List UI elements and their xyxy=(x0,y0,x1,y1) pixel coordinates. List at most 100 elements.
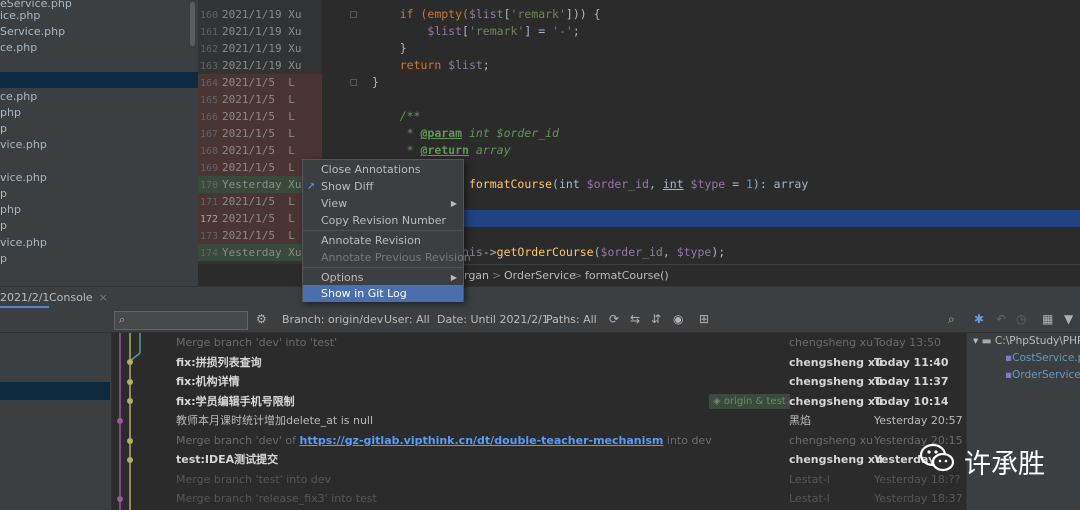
tree-item[interactable]: p xyxy=(0,121,7,137)
annotation-row[interactable]: 166 2021/1/5 L xyxy=(198,108,322,125)
undo-icon[interactable]: ↶ xyxy=(996,312,1006,326)
tab-git-log[interactable]: 2021/2/1 xyxy=(0,291,50,308)
close-icon[interactable]: × xyxy=(99,291,108,304)
tree-item[interactable]: vice.php xyxy=(0,235,47,251)
code-line: /** xyxy=(399,109,421,123)
code-line: return $list; xyxy=(399,58,490,72)
project-tree-scrollbar[interactable] xyxy=(190,2,195,46)
group-icon[interactable]: ▦ xyxy=(1042,312,1053,326)
commit-row[interactable]: 教师本月课时统计增加delete_at is null 黑焰 Yesterday… xyxy=(112,411,966,431)
tree-item-selected[interactable] xyxy=(0,72,198,88)
search-icon[interactable]: ⌕ xyxy=(948,312,955,327)
fold-marker-icon[interactable] xyxy=(350,79,357,86)
menu-item-annotate-revision[interactable]: Annotate Revision xyxy=(303,232,463,249)
code-line: ion formatCourse(int $order_id, int $typ… xyxy=(441,177,809,191)
annotation-row[interactable]: 163 2021/1/19 Xu xyxy=(198,57,322,74)
date-filter[interactable]: Date: Until 2021/2/1 xyxy=(437,313,549,326)
folder-icon: ▬ xyxy=(981,335,995,347)
code-line: if (empty($list['remark'])) { xyxy=(399,7,601,21)
tree-item[interactable]: ce.php xyxy=(0,40,37,56)
menu-item-show-diff[interactable]: ➚ Show Diff xyxy=(303,178,463,195)
tab-console[interactable]: Console × xyxy=(49,291,108,304)
paths-filter[interactable]: Paths: All xyxy=(546,313,597,326)
fold-marker-icon[interactable] xyxy=(350,11,357,18)
tree-item[interactable]: Service.php xyxy=(0,24,65,40)
branch-tag-badge: ◈ origin & test xyxy=(709,393,790,409)
breadcrumb-item[interactable]: rgan xyxy=(464,269,489,282)
tree-item[interactable]: p xyxy=(0,186,7,202)
tree-item[interactable]: ice.php xyxy=(0,8,40,24)
eye-icon[interactable]: ◉ xyxy=(673,312,683,326)
code-line-current: ); xyxy=(372,210,1080,227)
commit-row[interactable]: Merge branch 'dev' into 'test' chengshen… xyxy=(112,333,966,353)
menu-item-show-in-git-log[interactable]: Show in Git Log xyxy=(303,285,463,302)
branch-filter[interactable]: Branch: origin/dev xyxy=(282,313,383,326)
annotation-row[interactable]: 167 2021/1/5 L xyxy=(198,125,322,142)
refresh-icon[interactable]: ⟳ xyxy=(609,312,619,326)
breadcrumb-item[interactable]: formatCourse() xyxy=(585,269,669,282)
filter-icon[interactable]: ▼ xyxy=(1064,312,1073,326)
code-line: } xyxy=(399,41,407,55)
commit-row[interactable]: Merge branch 'release_fix3' into test Le… xyxy=(112,489,966,509)
git-log-toolbar: ⌕ ⚙ Branch: origin/dev User: All Date: U… xyxy=(0,308,1080,333)
pin-icon[interactable]: ✱ xyxy=(974,312,984,326)
changed-file[interactable]: ▪OrderService xyxy=(1005,369,1080,381)
menu-item-close-annotations[interactable]: Close Annotations xyxy=(303,161,463,178)
annotation-row[interactable]: 161 2021/1/19 Xu xyxy=(198,23,322,40)
submenu-arrow-icon: ▶ xyxy=(450,199,457,208)
chevron-down-icon[interactable]: ▾ xyxy=(973,335,982,347)
annotation-row[interactable]: 160 2021/1/19 Xu xyxy=(198,6,322,23)
menu-item-annotate-previous[interactable]: Annotate Previous Revision xyxy=(303,249,471,266)
tree-item[interactable]: vice.php xyxy=(0,137,47,153)
commit-row[interactable]: fix:拼损列表查询 chengsheng xu Today 11:40 xyxy=(112,353,966,373)
menu-item-options[interactable]: Options ▶ xyxy=(303,269,463,286)
annotation-row[interactable]: 162 2021/1/19 Xu xyxy=(198,40,322,57)
commit-list[interactable]: Merge branch 'dev' into 'test' chengshen… xyxy=(112,333,966,510)
gear-icon[interactable]: ⚙ xyxy=(256,312,267,326)
breadcrumb-item[interactable]: OrderService xyxy=(504,269,576,282)
code-editor[interactable]: if (empty($list['remark'])) { $list['rem… xyxy=(372,0,1080,264)
tree-item[interactable]: vice.php xyxy=(0,170,47,186)
tree-item[interactable]: php xyxy=(0,202,21,218)
commit-row[interactable]: fix:学员编辑手机号限制 ◈ origin & test chengsheng… xyxy=(112,392,966,412)
commit-row[interactable]: Merge branch 'dev' of https://gz-gitlab.… xyxy=(112,431,966,451)
annotation-context-menu: Close Annotations ➚ Show Diff View ▶ Copy … xyxy=(302,159,471,302)
annotation-row[interactable]: 164 2021/1/5 L xyxy=(198,74,322,91)
commit-link[interactable]: https://gz-gitlab.vipthink.cn/dt/double-… xyxy=(299,434,663,447)
tree-item[interactable]: p xyxy=(0,251,7,267)
breadcrumb-separator: > xyxy=(573,269,583,282)
changed-files-panel[interactable]: ▾ ▬ C:\PhpStudy\PHP ▪CostService.p ▪Orde… xyxy=(966,333,1080,510)
project-tree[interactable]: eService.php ice.php Service.php ce.php … xyxy=(0,0,198,288)
wechat-watermark: 许承胜 xyxy=(918,438,1045,484)
code-line: = $this->getOrderCourse($order_id, $type… xyxy=(434,245,726,259)
tree-item[interactable]: p xyxy=(0,218,7,234)
menu-separator xyxy=(303,267,463,268)
commit-row[interactable]: test:IDEA测试提交 chengsheng xu Yesterday xyxy=(112,450,966,470)
search-input[interactable]: ⌕ xyxy=(114,311,248,330)
search-icon: ⌕ xyxy=(119,313,126,326)
tree-item[interactable]: php xyxy=(0,105,21,121)
commit-row[interactable]: Merge branch 'test' into dev Lestat-l Ye… xyxy=(112,470,966,490)
code-line: $list['remark'] = '-'; xyxy=(427,24,580,38)
changes-root[interactable]: ▾ ▬ C:\PhpStudy\PHP xyxy=(973,335,1080,347)
user-filter[interactable]: User: All xyxy=(384,313,430,326)
annotation-row[interactable]: 165 2021/1/5 L xyxy=(198,91,322,108)
commit-row[interactable]: fix:机构详情 chengsheng xu Today 11:37 xyxy=(112,372,966,392)
changed-file[interactable]: ▪CostService.p xyxy=(1005,352,1080,364)
code-line: * @param int $order_id xyxy=(399,126,559,140)
go-to-icon[interactable]: ⊞ xyxy=(699,312,709,326)
cherry-pick-icon[interactable]: ⇆ xyxy=(630,312,640,326)
code-line: * @return array xyxy=(399,143,511,157)
collapse-icon[interactable]: ⇵ xyxy=(651,312,661,326)
menu-item-view[interactable]: View ▶ xyxy=(303,195,463,212)
history-icon[interactable]: ◷ xyxy=(1016,312,1026,326)
branch-selected[interactable] xyxy=(0,382,110,400)
menu-item-copy-revision[interactable]: Copy Revision Number xyxy=(303,212,463,229)
wechat-logo-icon xyxy=(919,443,955,472)
tag-icon: ◈ xyxy=(713,395,724,407)
tree-item[interactable]: ce.php xyxy=(0,89,37,105)
submenu-arrow-icon: ▶ xyxy=(450,273,457,282)
branches-panel[interactable] xyxy=(0,333,112,510)
annotation-row[interactable]: 168 2021/1/5 L xyxy=(198,142,322,159)
breadcrumb-separator: > xyxy=(492,269,502,282)
